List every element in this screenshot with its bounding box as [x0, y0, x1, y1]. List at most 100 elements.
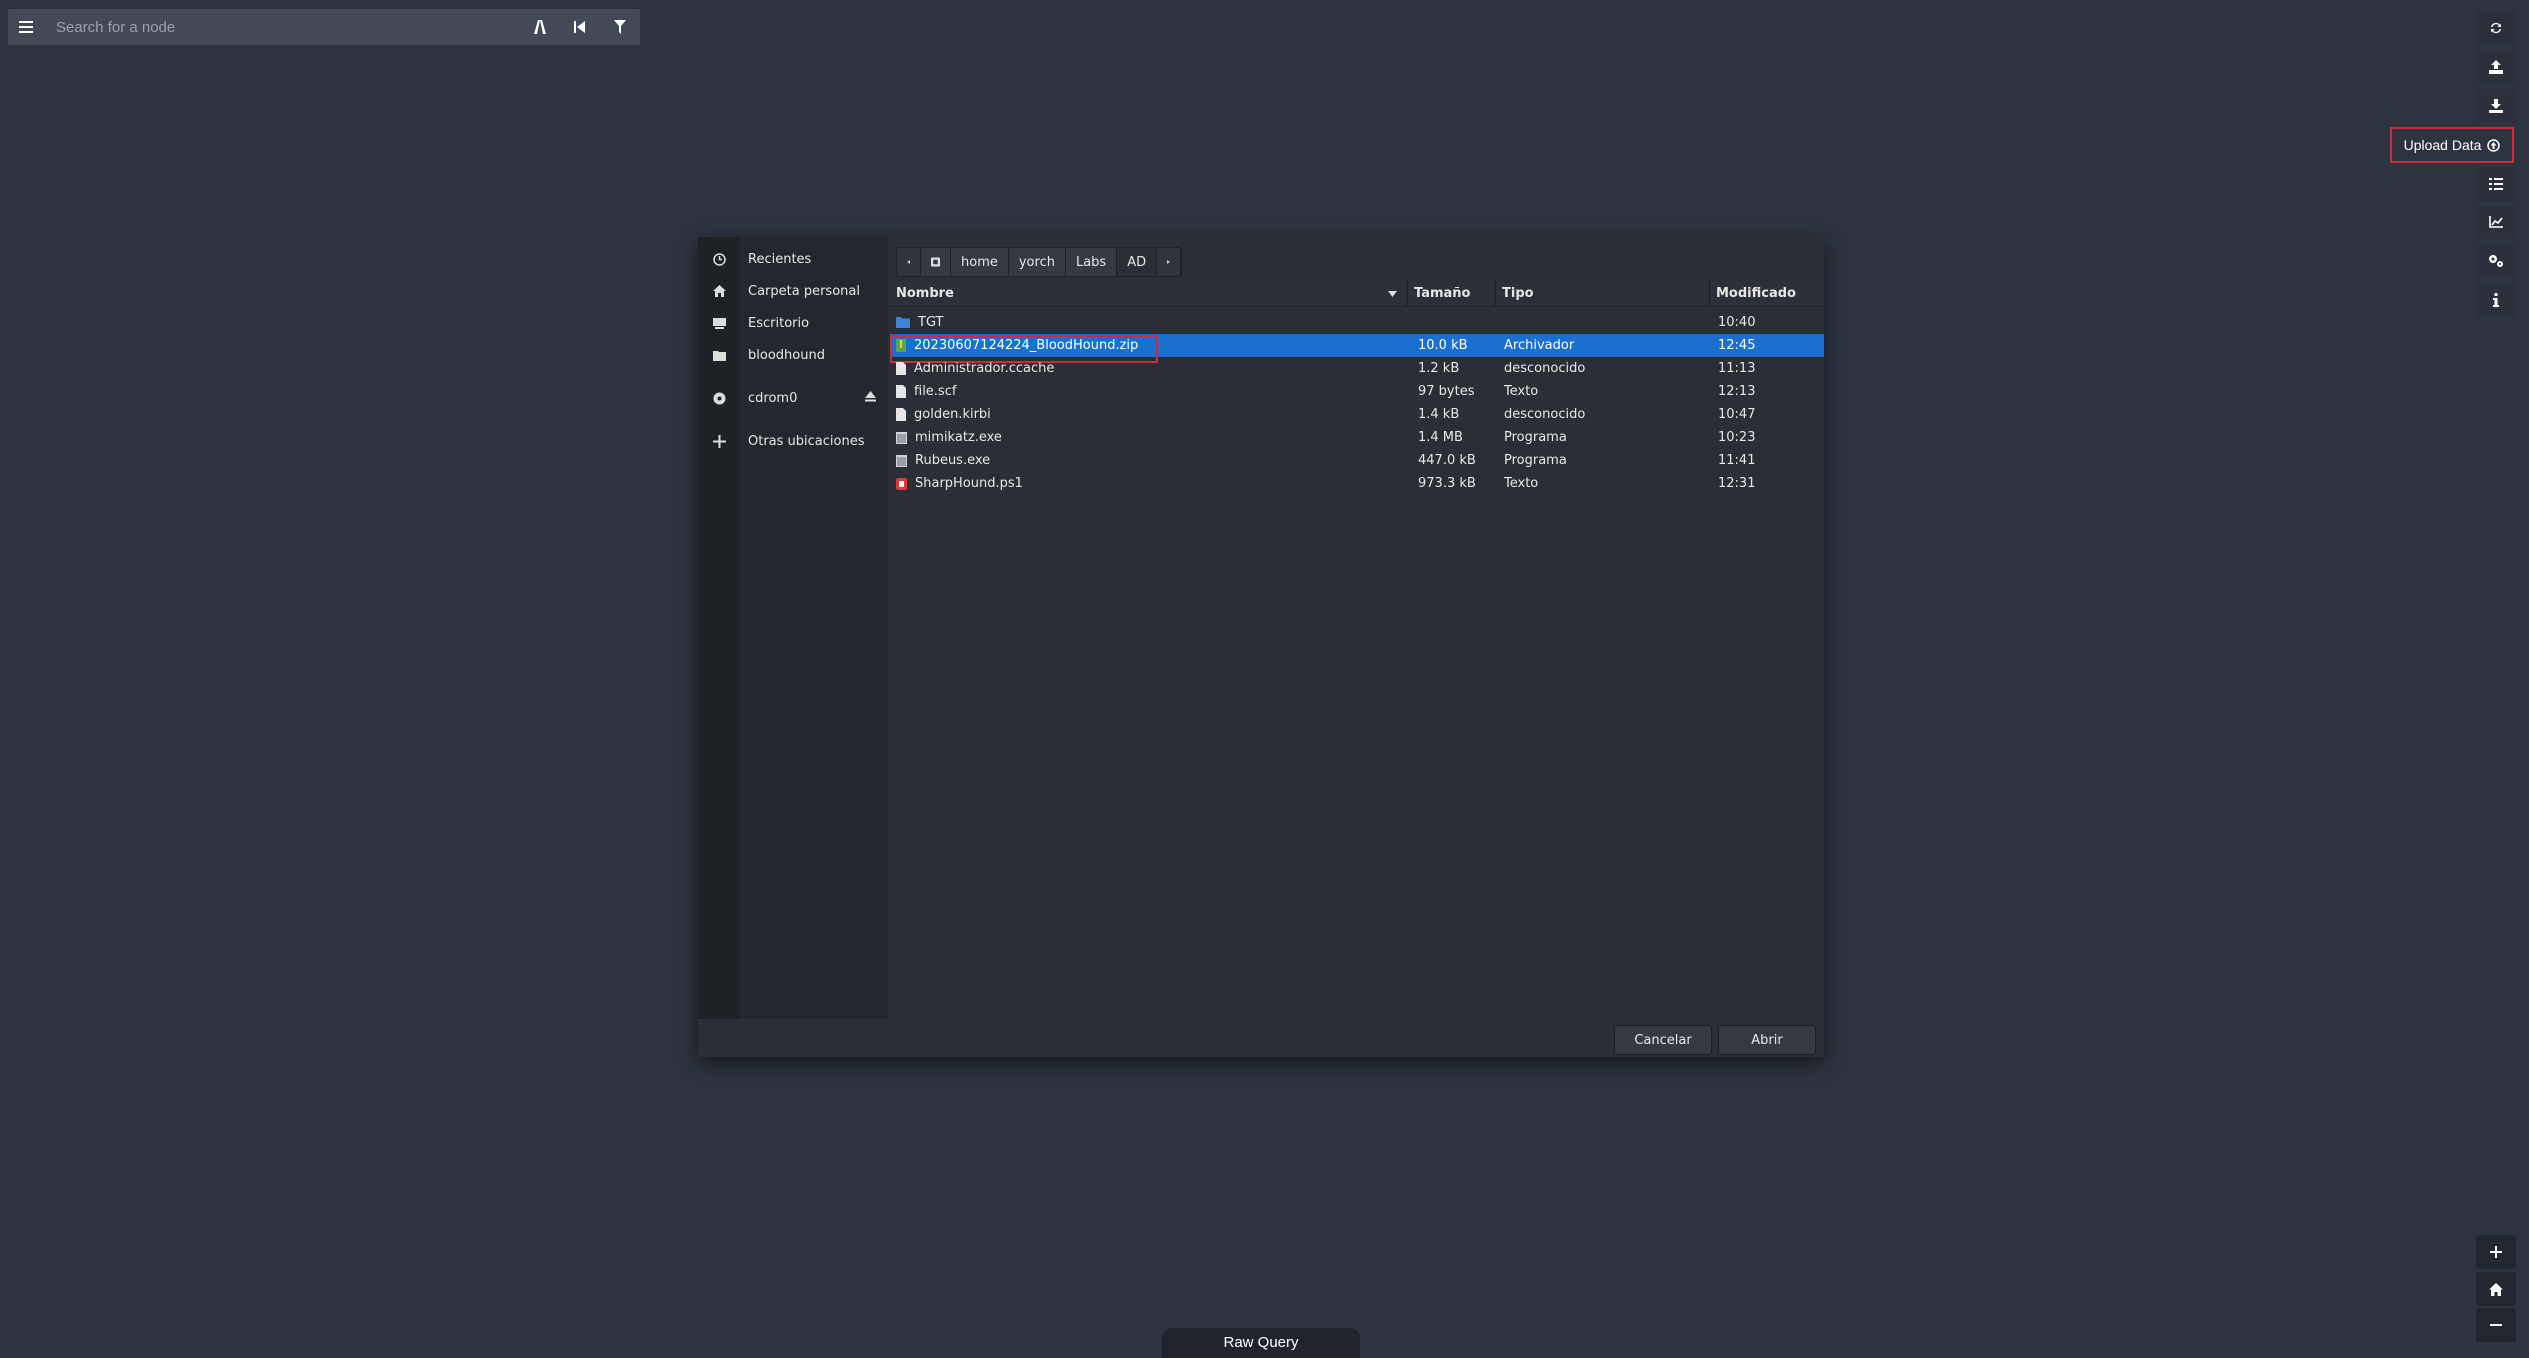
file-size: 1.2 kB [1418, 361, 1460, 376]
upload-icon[interactable] [2476, 50, 2516, 84]
plus-icon [698, 434, 740, 448]
file-name: Rubeus.exe [915, 453, 991, 468]
settings-icon[interactable] [2476, 244, 2516, 278]
file-row[interactable]: mimikatz.exe 1.4 MB Programa 10:23 [890, 426, 1824, 449]
file-modified: 11:13 [1718, 361, 1756, 376]
file-type: Texto [1504, 476, 1539, 491]
chart-icon[interactable] [2476, 205, 2516, 239]
file-icon [896, 408, 906, 421]
folder-icon [698, 350, 740, 361]
place-label: cdrom0 [748, 390, 798, 406]
file-size: 1.4 MB [1418, 430, 1463, 445]
file-name: golden.kirbi [914, 407, 991, 422]
place-cdrom0[interactable]: cdrom0 [698, 382, 888, 414]
folder-icon [896, 317, 910, 328]
file-size: 97 bytes [1418, 384, 1475, 399]
file-type: desconocido [1504, 407, 1586, 422]
clock-icon [698, 252, 740, 266]
place-recientes[interactable]: Recientes [698, 243, 888, 275]
file-size: 1.4 kB [1418, 407, 1460, 422]
file-modified: 10:47 [1718, 407, 1756, 422]
place-label: Carpeta personal [748, 283, 860, 299]
file-name: SharpHound.ps1 [915, 476, 1023, 491]
file-icon [896, 362, 906, 375]
file-size: 447.0 kB [1418, 453, 1476, 468]
path-segment[interactable]: yorch [1008, 248, 1066, 276]
script-icon [896, 477, 907, 490]
path-segment[interactable]: Labs [1065, 248, 1118, 276]
file-icon [896, 385, 906, 398]
file-row[interactable]: TGT 10:40 [890, 311, 1824, 334]
file-name: mimikatz.exe [915, 430, 1002, 445]
place-label: Otras ubicaciones [748, 433, 865, 449]
info-icon[interactable] [2476, 283, 2516, 317]
executable-icon [896, 454, 907, 467]
place-carpeta-personal[interactable]: Carpeta personal [698, 275, 888, 307]
sort-down-icon[interactable] [1388, 291, 1397, 297]
executable-icon [896, 431, 907, 444]
zoom-out-icon[interactable] [2476, 1308, 2516, 1342]
download-icon[interactable] [2476, 89, 2516, 123]
file-modified: 10:40 [1718, 315, 1756, 330]
pathfinding-icon[interactable] [520, 9, 560, 45]
place-escritorio[interactable]: Escritorio [698, 307, 888, 339]
home-view-icon[interactable] [2476, 1272, 2516, 1306]
place-label: bloodhound [748, 347, 825, 363]
column-header-name[interactable]: Nombre [890, 281, 1408, 306]
file-type: Programa [1504, 430, 1567, 445]
file-type: Archivador [1504, 338, 1575, 353]
file-type: desconocido [1504, 361, 1586, 376]
place-bloodhound[interactable]: bloodhound [698, 339, 888, 371]
column-header-type[interactable]: Tipo [1496, 281, 1710, 306]
file-row-selected[interactable]: 20230607124224_BloodHound.zip 10.0 kB Ar… [890, 334, 1824, 363]
upload-data-label: Upload Data [2403, 137, 2482, 153]
file-modified: 12:31 [1718, 476, 1756, 491]
file-chooser-dialog: Recientes Carpeta personal Escritorio bl… [698, 237, 1824, 1057]
desktop-icon [698, 317, 740, 329]
back-icon[interactable] [560, 9, 600, 45]
disc-icon [698, 392, 740, 405]
path-forward-icon[interactable] [1157, 248, 1182, 276]
file-list: Nombre Tamaño Tipo Modificado TGT 10:40 [890, 281, 1824, 1019]
file-modified: 11:41 [1718, 453, 1756, 468]
open-button[interactable]: Abrir [1718, 1025, 1816, 1055]
file-row[interactable]: SharpHound.ps1 973.3 kB Texto 12:31 [890, 472, 1824, 495]
path-back-icon[interactable] [897, 248, 921, 276]
file-row[interactable]: Rubeus.exe 447.0 kB Programa 11:41 [890, 449, 1824, 472]
raw-query-tab[interactable]: Raw Query [1162, 1328, 1360, 1358]
file-name: Administrador.ccache [914, 361, 1055, 376]
file-size: 10.0 kB [1418, 338, 1468, 353]
column-header-size[interactable]: Tamaño [1408, 281, 1496, 306]
upload-circle-icon [2487, 138, 2501, 152]
file-type: Texto [1504, 384, 1539, 399]
search-bar [8, 9, 640, 45]
file-list-header: Nombre Tamaño Tipo Modificado [890, 281, 1824, 307]
upload-data-tooltip: Upload Data [2390, 127, 2514, 163]
column-header-modified[interactable]: Modificado [1710, 281, 1824, 306]
places-sidebar: Recientes Carpeta personal Escritorio bl… [698, 237, 888, 1019]
home-icon [698, 285, 740, 297]
refresh-icon[interactable] [2476, 11, 2516, 45]
file-row[interactable]: golden.kirbi 1.4 kB desconocido 10:47 [890, 403, 1824, 426]
drive-icon[interactable] [921, 248, 951, 276]
menu-icon[interactable] [8, 9, 44, 45]
list-icon[interactable] [2476, 167, 2516, 201]
search-input[interactable] [44, 12, 520, 42]
place-label: Escritorio [748, 315, 810, 331]
file-row[interactable]: Administrador.ccache 1.2 kB desconocido … [890, 357, 1824, 380]
column-name-label: Nombre [896, 286, 954, 301]
zoom-in-icon[interactable] [2476, 1235, 2516, 1269]
file-row[interactable]: file.scf 97 bytes Texto 12:13 [890, 380, 1824, 403]
place-otras-ubicaciones[interactable]: Otras ubicaciones [698, 425, 888, 457]
cancel-button[interactable]: Cancelar [1614, 1025, 1712, 1055]
filter-icon[interactable] [600, 9, 640, 45]
file-modified: 12:45 [1718, 338, 1756, 353]
place-label: Recientes [748, 251, 812, 267]
path-bar: home yorch Labs AD [896, 247, 1183, 277]
path-segment-current[interactable]: AD [1117, 248, 1158, 276]
file-modified: 10:23 [1718, 430, 1756, 445]
file-name: file.scf [914, 384, 957, 399]
eject-icon[interactable] [865, 391, 876, 402]
file-modified: 12:13 [1718, 384, 1756, 399]
path-segment[interactable]: home [951, 248, 1009, 276]
